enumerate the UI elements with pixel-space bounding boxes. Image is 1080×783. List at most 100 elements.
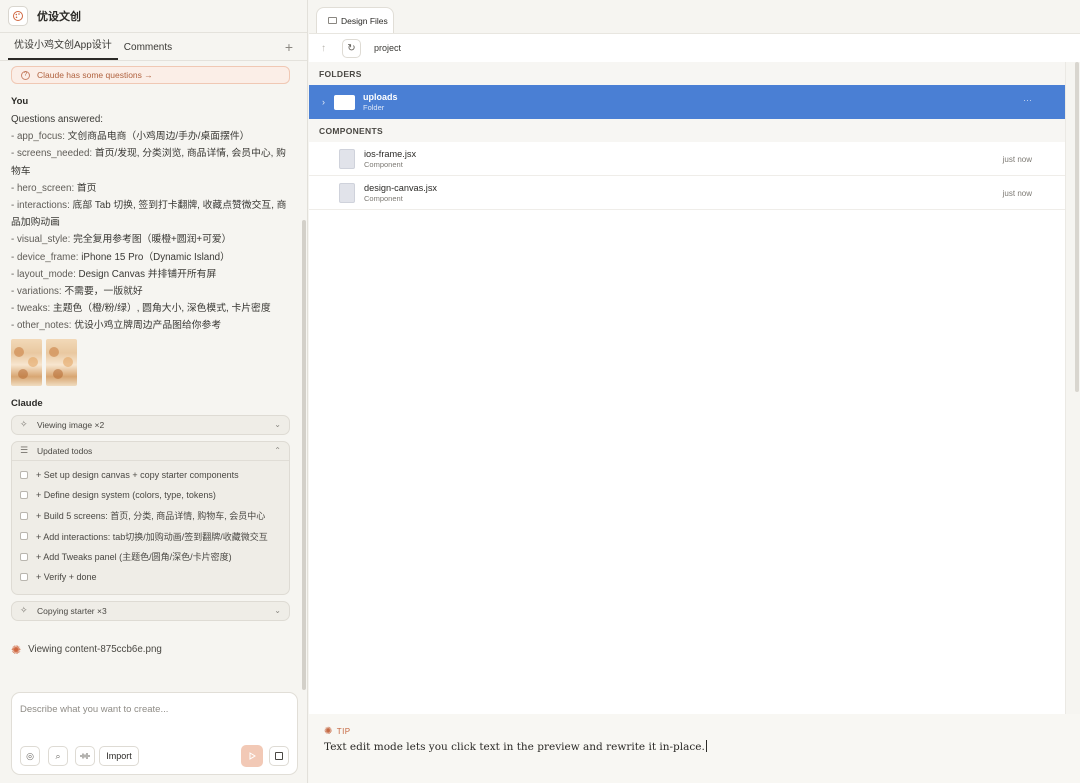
message-line: - other_notes: 优设小鸡立牌周边产品图给你参考	[11, 320, 222, 332]
file-tabbar: Design Files	[309, 0, 1080, 33]
tool-copying-starter[interactable]: ✧ Copying starter ×3 ⌄	[11, 600, 290, 621]
todo-checkbox[interactable]	[20, 491, 28, 500]
message-line: - device_frame: iPhone 15 Pro（Dynamic Is…	[11, 251, 230, 263]
composer-input[interactable]: Describe what you want to create...	[20, 704, 168, 715]
user-speaker-label: You	[11, 96, 29, 107]
todo-item: + Add interactions: tab切换/加购动画/签到翻牌/收藏微交…	[20, 526, 281, 547]
tab-design-files-label: Design Files	[341, 15, 388, 26]
todo-item: + Add Tweaks panel (主题色/圆角/深色/卡片密度)	[20, 547, 281, 568]
folder-icon	[334, 94, 355, 110]
todo-checkbox[interactable]	[20, 470, 28, 479]
more-options-icon[interactable]: ···	[1023, 95, 1032, 105]
app-title: 优设文创	[37, 11, 81, 23]
todo-checkbox[interactable]	[20, 573, 28, 582]
refresh-icon[interactable]: ↻	[342, 38, 361, 58]
question-circle-icon: ?	[21, 70, 30, 80]
folder-kind: Folder	[363, 103, 385, 112]
square-icon	[275, 752, 283, 760]
audio-icon[interactable]	[75, 746, 95, 766]
folder-icon	[328, 17, 337, 24]
tab-project-chat[interactable]: 优设小鸡文创App设计	[8, 36, 118, 60]
stop-button[interactable]	[269, 746, 289, 766]
files-panel: Design Files ↑ ↻ project FOLDERS › uploa…	[309, 0, 1080, 783]
attachment-image[interactable]	[11, 338, 42, 386]
tab-comments[interactable]: Comments	[118, 42, 178, 60]
tab-design-files[interactable]: Design Files	[316, 7, 394, 33]
message-line: - visual_style: 完全复用参考图（暖橙+圆润+可爱）	[11, 234, 232, 246]
sparkle-icon: ✧	[20, 605, 28, 616]
sparkle-icon: ✧	[20, 419, 28, 430]
claude-speaker-label: Claude	[11, 397, 43, 409]
attach-icon[interactable]: ⌕	[48, 746, 68, 766]
checklist-icon: ☰	[20, 445, 29, 456]
chevron-down-icon[interactable]: ⌄	[274, 420, 281, 429]
attachment-thumbnails	[11, 338, 290, 386]
file-name: ios-frame.jsx	[364, 148, 417, 159]
breadcrumb[interactable]: project	[374, 43, 401, 53]
todo-checkbox[interactable]	[20, 532, 28, 541]
tool-updated-todos[interactable]: ☰ Updated todos ⌃ + Set up design canvas…	[11, 440, 290, 595]
chat-tabs: 优设小鸡文创App设计 Comments +	[0, 33, 307, 61]
folder-row-uploads[interactable]: › uploads Folder ···	[309, 85, 1065, 119]
target-icon[interactable]: ◎	[20, 746, 40, 766]
files-scrollbar[interactable]	[1075, 62, 1079, 392]
file-kind: Component	[364, 193, 403, 203]
message-line: 物车	[11, 165, 31, 177]
file-browser: FOLDERS › uploads Folder ··· COMPONENTS …	[309, 62, 1066, 714]
viewing-status-label: Viewing content-875ccb6e.png	[28, 644, 162, 656]
message-line: 品加购动画	[11, 217, 60, 229]
file-modified: just now	[1002, 189, 1032, 198]
tool-label: Copying starter ×3	[37, 605, 107, 616]
message-line: - app_focus: 文创商品电商（小鸡周边/手办/桌面摆件）	[11, 131, 250, 143]
chevron-down-icon[interactable]: ⌄	[274, 606, 281, 615]
file-row-design-canvas[interactable]: design-canvas.jsx Component just now	[309, 176, 1065, 210]
questions-pill[interactable]: ? Claude has some questions →	[11, 66, 290, 84]
message-line: - interactions: 底部 Tab 切换, 签到打卡翻牌, 收藏点赞微…	[11, 200, 287, 212]
file-row-ios-frame[interactable]: ios-frame.jsx Component just now	[309, 142, 1065, 176]
send-button[interactable]	[241, 745, 263, 767]
app-header: 优设文创	[0, 0, 307, 33]
todo-checkbox[interactable]	[20, 552, 28, 561]
questions-pill-label: Claude has some questions →	[37, 70, 153, 80]
components-header: COMPONENTS	[309, 119, 1065, 142]
tip-label: ✺ TIP	[324, 726, 351, 737]
message-line: - hero_screen: 首页	[11, 182, 97, 194]
todo-list: + Set up design canvas + copy starter co…	[12, 459, 289, 594]
text-cursor	[705, 740, 707, 752]
tool-label: Viewing image ×2	[37, 419, 105, 430]
todo-checkbox[interactable]	[20, 511, 28, 520]
chevron-right-icon[interactable]: ›	[322, 97, 325, 107]
message-line: - screens_needed: 首页/发现, 分类浏览, 商品详情, 会员中…	[11, 148, 286, 160]
todo-item: + Verify + done	[20, 567, 281, 588]
tool-viewing-images[interactable]: ✧ Viewing image ×2 ⌄	[11, 414, 290, 435]
file-icon	[339, 148, 355, 169]
chat-panel: 优设文创 优设小鸡文创App设计 Comments + ? Claude has…	[0, 0, 308, 783]
folder-name: uploads	[363, 92, 398, 102]
chat-scrollbar[interactable]	[302, 220, 306, 690]
arrow-up-icon[interactable]: ↑	[321, 43, 333, 54]
add-tab-icon[interactable]: +	[285, 39, 293, 55]
message-line: - variations: 不需要，一版就好	[11, 286, 143, 298]
attachment-image[interactable]	[46, 338, 77, 386]
todo-item: + Set up design canvas + copy starter co…	[20, 465, 281, 486]
folders-header: FOLDERS	[309, 62, 1065, 85]
file-toolbar: ↑ ↻ project	[309, 33, 1080, 62]
file-kind: Component	[364, 159, 403, 169]
chat-thread[interactable]: ? Claude has some questions → You Questi…	[0, 62, 300, 688]
todo-item: + Define design system (colors, type, to…	[20, 485, 281, 506]
message-line: - layout_mode: Design Canvas 并排铺开所有屏	[11, 268, 217, 280]
claude-burst-icon: ✺	[11, 642, 22, 657]
viewing-status: ✺ Viewing content-875ccb6e.png	[11, 643, 290, 657]
import-button[interactable]: Import	[99, 746, 139, 766]
chevron-up-icon[interactable]: ⌃	[274, 446, 281, 455]
file-name: design-canvas.jsx	[364, 182, 438, 193]
user-message: Questions answered: - app_focus: 文创商品电商（…	[11, 111, 290, 335]
file-icon	[339, 182, 355, 203]
message-line: - tweaks: 主题色（橙/粉/绿）, 圆角大小, 深色模式, 卡片密度	[11, 303, 271, 315]
message-line: Questions answered:	[11, 114, 104, 125]
tip-text: Text edit mode lets you click text in th…	[324, 740, 707, 753]
palette-icon[interactable]	[8, 6, 28, 26]
claude-burst-icon: ✺	[324, 726, 333, 737]
tool-label: Updated todos	[37, 445, 93, 456]
composer: Describe what you want to create... ◎ ⌕ …	[11, 692, 298, 775]
